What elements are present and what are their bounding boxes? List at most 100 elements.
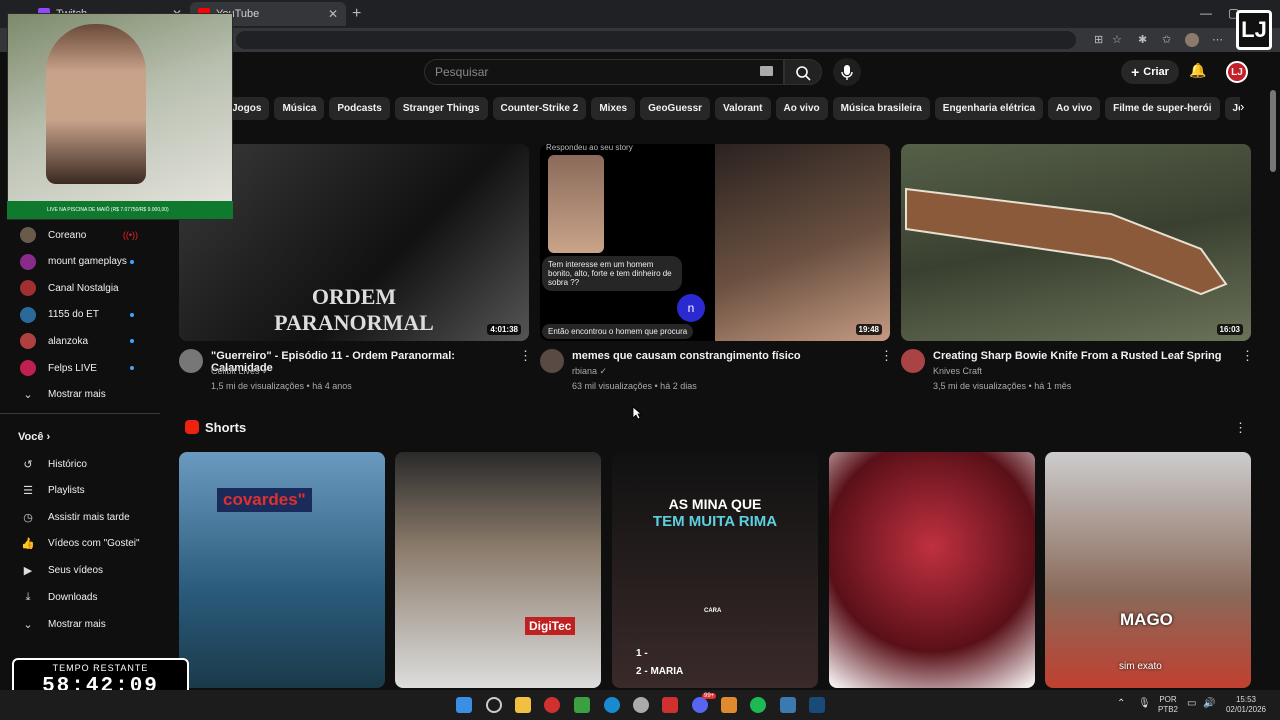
chip[interactable]: Música brasileira [832, 97, 930, 120]
chip[interactable]: Valorant [715, 97, 771, 120]
chip[interactable]: Stranger Things [394, 97, 488, 120]
edge-browser-icon[interactable] [604, 697, 620, 713]
file-explorer-icon[interactable] [515, 697, 531, 713]
microphone-icon[interactable]: 🎙 [1138, 699, 1151, 709]
chip[interactable]: Jogos de simu [1224, 97, 1240, 120]
search-icon [796, 66, 811, 81]
app-icon[interactable] [544, 697, 560, 713]
chip[interactable]: Ao vivo [775, 97, 828, 120]
volume-icon[interactable]: 🔊 [1203, 699, 1215, 709]
you-item-label: Histórico [48, 458, 87, 470]
subscription-item[interactable]: Canal Nostalgia [12, 276, 152, 300]
more-options-icon[interactable]: ⋮ [1241, 348, 1254, 364]
chip[interactable]: Música [274, 97, 325, 120]
show-more-button[interactable]: ⌄ Mostrar mais [12, 612, 152, 636]
more-options-icon[interactable]: ⋮ [880, 348, 893, 364]
chevron-down-icon: ⌄ [23, 388, 33, 401]
subscription-item[interactable]: 1155 do ET [12, 303, 152, 327]
subscription-item[interactable]: mount gameplays [12, 250, 152, 274]
channel-name[interactable]: rbiana ✓ [572, 366, 607, 377]
chevron-up-icon[interactable]: ⌃ [1117, 699, 1125, 709]
channel-name[interactable]: Knives Craft [933, 366, 982, 376]
extensions-icon[interactable]: ✱ [1138, 33, 1147, 46]
channel-avatar[interactable] [179, 349, 203, 373]
duration-badge: 4:01:38 [487, 324, 521, 335]
subscription-item[interactable]: Coreano ((•)) [12, 223, 152, 247]
keyboard-icon[interactable] [760, 66, 773, 76]
create-button[interactable]: + Criar [1121, 60, 1179, 84]
more-options-icon[interactable]: ⋮ [519, 348, 532, 364]
app-icon[interactable] [721, 697, 737, 713]
user-avatar: n [677, 294, 705, 322]
story-image [548, 155, 604, 253]
discord-icon[interactable] [692, 697, 708, 713]
search-button[interactable] [784, 59, 822, 85]
story-reply-label: Respondeu ao seu story [546, 144, 633, 152]
windows-start-icon[interactable] [456, 697, 472, 713]
more-menu-icon[interactable]: ⋯ [1212, 33, 1223, 46]
voice-search-button[interactable] [833, 58, 861, 86]
you-item[interactable]: ▶ Seus vídeos [12, 558, 152, 582]
chip[interactable]: Podcasts [329, 97, 390, 120]
show-more-button[interactable]: ⌄ Mostrar mais [12, 382, 152, 406]
video-thumbnail[interactable]: 16:03 [901, 144, 1251, 341]
chip[interactable]: Filme de super-herói [1105, 97, 1220, 120]
channel-avatar [20, 360, 36, 376]
network-icon[interactable]: ▭ [1187, 699, 1196, 709]
channel-avatar [20, 253, 36, 270]
subscription-item[interactable]: alanzoka [12, 329, 152, 353]
lang-layout-label: PTB2 [1157, 705, 1178, 714]
channel-avatar[interactable] [901, 349, 925, 373]
chip[interactable]: Counter-Strike 2 [492, 97, 587, 120]
close-tab-icon[interactable]: ✕ [328, 7, 338, 21]
you-item[interactable]: ☰ Playlists [12, 479, 152, 503]
you-item-icon: ◷ [23, 511, 33, 524]
channel-avatar [20, 333, 36, 350]
app-icon[interactable] [662, 697, 678, 713]
search-input[interactable]: Pesquisar [424, 59, 784, 85]
you-item[interactable]: ⤓ Downloads [12, 585, 152, 609]
video-thumbnail[interactable]: Respondeu ao seu story Tem interesse em … [540, 144, 890, 341]
you-section-header[interactable]: Você › [18, 431, 50, 443]
profile-avatar[interactable] [1185, 33, 1199, 47]
short-card[interactable]: AS MINA QUE TEM MUITA RIMA CARA 1 - 2 - … [612, 452, 818, 688]
chevron-right-icon[interactable]: › [1240, 99, 1244, 114]
you-label: Você [18, 431, 44, 443]
chip[interactable]: Engenharia elétrica [934, 97, 1044, 120]
more-options-icon[interactable]: ⋮ [1234, 420, 1247, 436]
apps-icon[interactable]: ⊞ [1094, 33, 1103, 46]
short-card[interactable]: covardes" [179, 452, 385, 688]
you-item[interactable]: ◷ Assistir mais tarde [12, 505, 152, 529]
video-title[interactable]: memes que causam constrangimento físico [572, 350, 872, 362]
short-card[interactable] [829, 452, 1035, 688]
channel-avatar[interactable] [540, 349, 564, 373]
address-bar[interactable] [236, 31, 1076, 49]
app-icon[interactable] [780, 697, 796, 713]
new-content-dot [130, 366, 134, 370]
favorite-star-icon[interactable]: ☆ [1112, 33, 1122, 46]
spotify-icon[interactable] [750, 697, 766, 713]
browser-app-icon[interactable] [486, 697, 502, 713]
short-card[interactable]: MAGO sim exato [1045, 452, 1251, 688]
video-title[interactable]: Creating Sharp Bowie Knife From a Rusted… [933, 350, 1233, 362]
minimize-button[interactable]: — [1200, 6, 1212, 20]
short-card[interactable]: DigiTec [395, 452, 601, 688]
chip[interactable]: Ao vivo [1048, 97, 1101, 120]
steam-icon[interactable] [809, 697, 825, 713]
favorites-icon[interactable]: ✩ [1162, 33, 1171, 46]
new-tab-button[interactable]: + [352, 5, 361, 23]
scrollbar-thumb[interactable] [1270, 90, 1276, 172]
you-item-icon: ↺ [23, 458, 33, 471]
clock[interactable]: 15:53 02/01/2026 [1222, 695, 1270, 715]
chip[interactable]: GeoGuessr [640, 97, 711, 120]
account-avatar[interactable]: LJ [1226, 61, 1248, 83]
app-icon[interactable] [574, 697, 590, 713]
channel-name[interactable]: Cellbit Lives ✓ [211, 366, 270, 377]
you-item[interactable]: 👍 Vídeos com "Gostei" [12, 532, 152, 556]
subscription-item[interactable]: Felps LIVE [12, 356, 152, 380]
app-icon[interactable] [633, 697, 649, 713]
chip[interactable]: Mixes [591, 97, 636, 120]
language-indicator[interactable]: POR PTB2 [1156, 695, 1180, 715]
notifications-bell-icon[interactable]: 🔔 [1189, 62, 1206, 79]
you-item[interactable]: ↺ Histórico [12, 452, 152, 476]
